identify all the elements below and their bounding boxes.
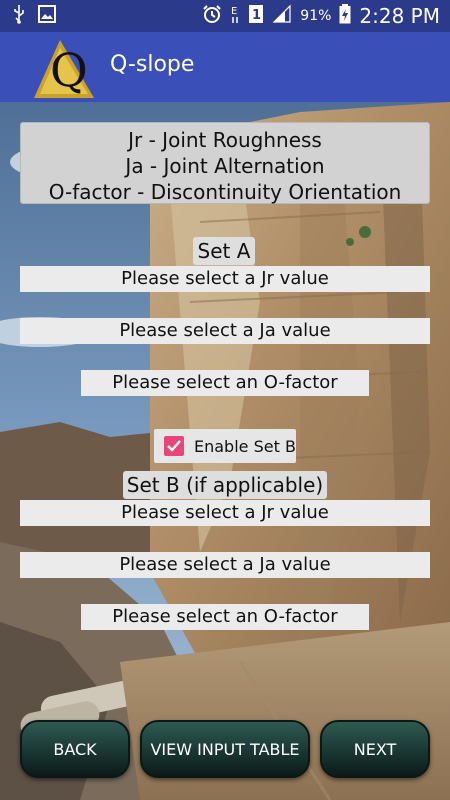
set-b-label: Set B (if applicable)	[123, 471, 327, 499]
enable-set-b-checkbox[interactable]: Enable Set B	[154, 429, 296, 463]
status-bar: E 1 91% 2:28 PM	[0, 0, 450, 32]
enable-set-b-label: Enable Set B	[194, 436, 296, 456]
alarm-icon	[202, 4, 222, 28]
view-input-table-button[interactable]: VIEW INPUT TABLE	[140, 720, 310, 778]
legend-ja: Ja - Joint Alternation	[125, 154, 325, 178]
set-b-ja-select[interactable]: Please select a Ja value	[20, 552, 430, 578]
signal-icon	[272, 4, 292, 28]
battery-icon	[339, 4, 351, 28]
logo-q: Q	[50, 43, 88, 97]
image-icon	[38, 5, 56, 27]
legend-jr: Jr - Joint Roughness	[128, 128, 322, 152]
svg-text:1: 1	[252, 8, 261, 23]
data-e-icon: E	[230, 4, 240, 28]
checkbox-checked-icon[interactable]	[164, 436, 184, 456]
sim-1-icon: 1	[248, 4, 264, 28]
next-button[interactable]: NEXT	[320, 720, 430, 778]
app-logo: Q	[30, 34, 96, 100]
set-a-ja-select[interactable]: Please select a Ja value	[20, 318, 430, 344]
app-title: Q-slope	[110, 52, 195, 77]
set-a-jr-select[interactable]: Please select a Jr value	[20, 266, 430, 292]
legend-box: Jr - Joint Roughness Ja - Joint Alternat…	[20, 122, 430, 204]
set-a-label: Set A	[193, 237, 255, 265]
usb-icon	[12, 4, 26, 28]
svg-text:E: E	[231, 6, 237, 17]
set-b-jr-select[interactable]: Please select a Jr value	[20, 500, 430, 526]
set-a-o-factor-select[interactable]: Please select an O-factor	[81, 370, 369, 396]
app-bar: Q Q-slope	[0, 32, 450, 102]
battery-percent: 91%	[300, 8, 332, 24]
legend-o-factor: O-factor - Discontinuity Orientation	[48, 180, 402, 204]
set-b-o-factor-select[interactable]: Please select an O-factor	[81, 604, 369, 630]
back-button[interactable]: BACK	[20, 720, 130, 778]
clock: 2:28 PM	[359, 4, 440, 28]
